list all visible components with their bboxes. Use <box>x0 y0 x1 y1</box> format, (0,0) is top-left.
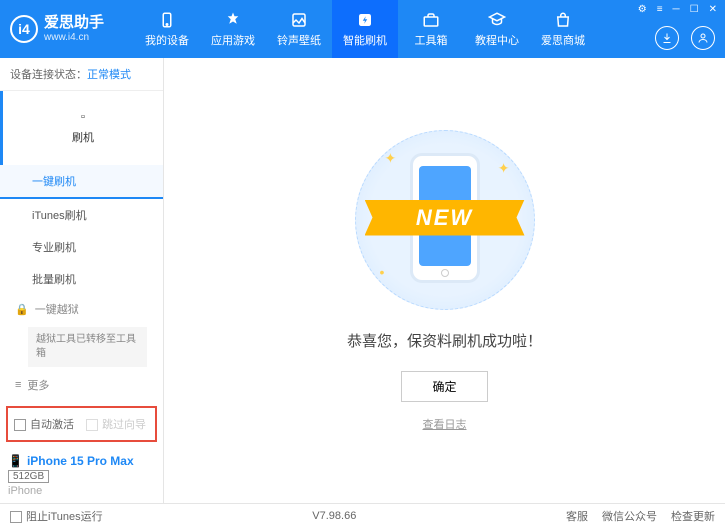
new-ribbon: NEW <box>365 200 525 236</box>
device-info: 📱 iPhone 15 Pro Max 512GB iPhone <box>0 448 163 503</box>
wallpaper-icon <box>289 10 309 30</box>
minimize-icon[interactable]: ─ <box>673 4 680 15</box>
nav-app-games[interactable]: 应用游戏 <box>200 0 266 58</box>
lock-icon: 🔒 <box>15 303 29 316</box>
group-label: 刷机 <box>72 129 94 145</box>
footer-support[interactable]: 客服 <box>566 508 588 524</box>
group-label: 更多 <box>27 377 49 393</box>
top-nav: 我的设备 应用游戏 铃声壁纸 智能刷机 工具箱 教程中心 爱思商城 <box>134 0 596 58</box>
app-url: www.i4.cn <box>44 32 104 44</box>
settings-icon[interactable]: ⚙ <box>638 4 647 15</box>
nav-my-device[interactable]: 我的设备 <box>134 0 200 58</box>
app-logo: i4 爱思助手 www.i4.cn <box>10 14 104 44</box>
auto-activate-checkbox[interactable]: 自动激活 <box>14 416 74 432</box>
nav-label: 教程中心 <box>475 32 519 48</box>
maximize-icon[interactable]: ☐ <box>690 4 699 15</box>
group-label: 一键越狱 <box>35 301 79 317</box>
menu-icon[interactable]: ≡ <box>657 4 663 15</box>
checkbox-label: 跳过向导 <box>102 419 146 431</box>
nav-toolbox[interactable]: 工具箱 <box>398 0 464 58</box>
nav-label: 爱思商城 <box>541 32 585 48</box>
sidebar-item-pro-flash[interactable]: 专业刷机 <box>0 231 163 263</box>
checkbox-highlight-area: 自动激活 跳过向导 <box>6 406 157 442</box>
nav-smart-flash[interactable]: 智能刷机 <box>332 0 398 58</box>
device-name-text: iPhone 15 Pro Max <box>27 454 134 468</box>
version-label: V7.98.66 <box>312 510 356 522</box>
block-itunes-checkbox[interactable]: 阻止iTunes运行 <box>10 508 103 524</box>
main-content: ✦ ✦ • NEW 恭喜您，保资料刷机成功啦！ 确定 查看日志 <box>164 58 725 503</box>
logo-icon: i4 <box>10 15 38 43</box>
flash-group-icon: ▫ <box>81 111 85 123</box>
device-status: 设备连接状态：正常模式 <box>0 58 163 91</box>
sidebar-item-itunes-flash[interactable]: iTunes刷机 <box>0 199 163 231</box>
more-icon: ≡ <box>15 379 21 391</box>
app-header: i4 爱思助手 www.i4.cn 我的设备 应用游戏 铃声壁纸 智能刷机 工具… <box>0 0 725 58</box>
status-label: 设备连接状态： <box>10 69 87 81</box>
footer: 阻止iTunes运行 V7.98.66 客服 微信公众号 检查更新 <box>0 503 725 527</box>
window-controls: ⚙ ≡ ─ ☐ ✕ <box>638 4 717 15</box>
download-icon[interactable] <box>655 26 679 50</box>
nav-ringtone-wallpaper[interactable]: 铃声壁纸 <box>266 0 332 58</box>
device-type: iPhone <box>8 485 155 497</box>
success-message: 恭喜您，保资料刷机成功啦！ <box>347 330 542 351</box>
flash-icon <box>355 10 375 30</box>
mall-icon <box>553 10 573 30</box>
jailbreak-note: 越狱工具已转移至工具箱 <box>28 327 147 367</box>
checkbox-label: 自动激活 <box>30 419 74 431</box>
app-title: 爱思助手 <box>44 14 104 32</box>
sidebar-group-more[interactable]: ≡ 更多 <box>0 371 163 399</box>
tutorial-icon <box>487 10 507 30</box>
sidebar-group-flash[interactable]: ▫ 刷机 <box>0 91 163 165</box>
checkbox-label: 阻止iTunes运行 <box>26 511 103 523</box>
sidebar-item-batch-flash[interactable]: 批量刷机 <box>0 263 163 295</box>
nav-tutorials[interactable]: 教程中心 <box>464 0 530 58</box>
apps-icon <box>223 10 243 30</box>
view-log-link[interactable]: 查看日志 <box>423 416 467 432</box>
nav-label: 工具箱 <box>415 32 448 48</box>
footer-check-update[interactable]: 检查更新 <box>671 508 715 524</box>
ok-button[interactable]: 确定 <box>401 371 487 402</box>
skip-guide-checkbox: 跳过向导 <box>86 416 146 432</box>
status-value: 正常模式 <box>87 69 131 81</box>
sidebar-item-other-tools[interactable]: 其他工具 <box>0 399 163 400</box>
sidebar-group-jailbreak[interactable]: 🔒 一键越狱 <box>0 295 163 323</box>
toolbox-icon <box>421 10 441 30</box>
nav-label: 铃声壁纸 <box>277 32 321 48</box>
sidebar: 设备连接状态：正常模式 ▫ 刷机 一键刷机 iTunes刷机 专业刷机 批量刷机… <box>0 58 164 503</box>
footer-wechat[interactable]: 微信公众号 <box>602 508 657 524</box>
sidebar-item-onekey-flash[interactable]: 一键刷机 <box>0 165 163 199</box>
user-icon[interactable] <box>691 26 715 50</box>
storage-badge: 512GB <box>8 470 49 483</box>
device-icon <box>157 10 177 30</box>
nav-mall[interactable]: 爱思商城 <box>530 0 596 58</box>
success-illustration: ✦ ✦ • NEW <box>355 130 535 310</box>
close-icon[interactable]: ✕ <box>709 4 717 15</box>
nav-label: 智能刷机 <box>343 32 387 48</box>
device-name[interactable]: 📱 iPhone 15 Pro Max <box>8 454 155 468</box>
phone-icon: 📱 <box>8 454 23 468</box>
nav-label: 我的设备 <box>145 32 189 48</box>
nav-label: 应用游戏 <box>211 32 255 48</box>
